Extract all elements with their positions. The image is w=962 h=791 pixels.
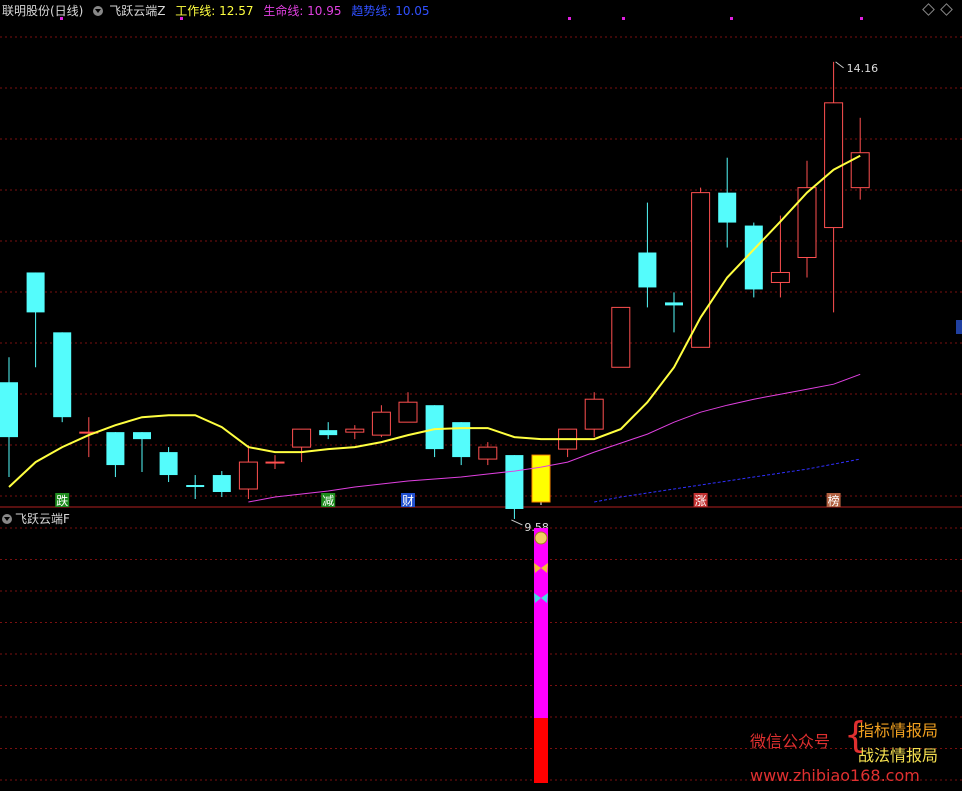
candle-body <box>398 401 418 423</box>
kline-chart[interactable]: 14.169.58跌减财涨榜 <box>0 0 962 791</box>
candle-body <box>718 192 737 223</box>
candle-body <box>319 430 338 436</box>
candle-body <box>0 382 18 438</box>
high-label: 14.16 <box>847 62 879 75</box>
stock-name: 联明股份(日线) <box>2 4 84 18</box>
watermark-line1: 指标情报局 <box>858 721 939 740</box>
scroll-tick <box>956 320 962 334</box>
candle-body <box>531 454 551 503</box>
candle-body <box>159 452 178 476</box>
candle-body <box>106 432 125 466</box>
chart-header: 联明股份(日线) 飞跃云端Z 工作线: 12.57 生命线: 10.95 趋势线… <box>2 2 436 19</box>
candle-body <box>186 485 205 488</box>
candle-body <box>584 398 604 430</box>
sub-panel-header: 飞跃云端F <box>2 510 70 527</box>
candle-body <box>345 428 365 433</box>
marker-label: 榜 <box>828 493 840 508</box>
work-line-label: 工作线: 12.57 <box>175 4 254 18</box>
signal-bar <box>534 528 548 718</box>
marker-dot <box>622 17 625 20</box>
indicator-name: 飞跃云端Z <box>109 4 166 18</box>
watermark-url: www.zhibiao168.com <box>750 766 920 785</box>
money-bag-icon <box>534 531 548 545</box>
candle-body <box>425 405 444 450</box>
gray-circle-icon[interactable] <box>2 514 12 524</box>
watermark-line2: 战法情报局 <box>858 746 939 765</box>
candle-body <box>770 271 790 283</box>
candle-body <box>478 446 498 460</box>
marker-label: 跌 <box>56 493 68 508</box>
candle-body <box>505 455 524 509</box>
candle-body <box>371 411 391 436</box>
candle-body <box>265 461 285 464</box>
watermark: 微信公众号 { 指标情报局 战法情报局 www.zhibiao168.com <box>750 716 960 788</box>
candle-body <box>238 461 258 490</box>
sub-panel-title: 飞跃云端F <box>15 512 70 526</box>
candle-body <box>26 272 45 313</box>
marker-dot <box>730 17 733 20</box>
candle-body <box>638 252 657 288</box>
candle-body <box>665 302 683 306</box>
marker-dot <box>860 17 863 20</box>
candle-body <box>53 332 72 418</box>
candle-body <box>212 475 231 493</box>
high-pointer <box>835 61 844 69</box>
marker-dot <box>568 17 571 20</box>
life-line-label: 生命线: 10.95 <box>263 4 342 18</box>
marker-label: 财 <box>402 494 414 508</box>
signal-base <box>534 718 548 783</box>
gray-circle-icon[interactable] <box>93 6 104 16</box>
marker-label: 减 <box>322 494 334 508</box>
candle-body <box>292 428 312 448</box>
candle-body <box>824 102 844 229</box>
low-pointer <box>511 519 523 526</box>
candle-body <box>133 432 151 440</box>
candle-body <box>691 192 711 348</box>
watermark-gzh: 微信公众号 <box>750 732 831 751</box>
candle-body <box>611 306 631 368</box>
marker-label: 涨 <box>695 493 707 508</box>
trend-line-label: 趋势线: 10.05 <box>351 4 430 18</box>
